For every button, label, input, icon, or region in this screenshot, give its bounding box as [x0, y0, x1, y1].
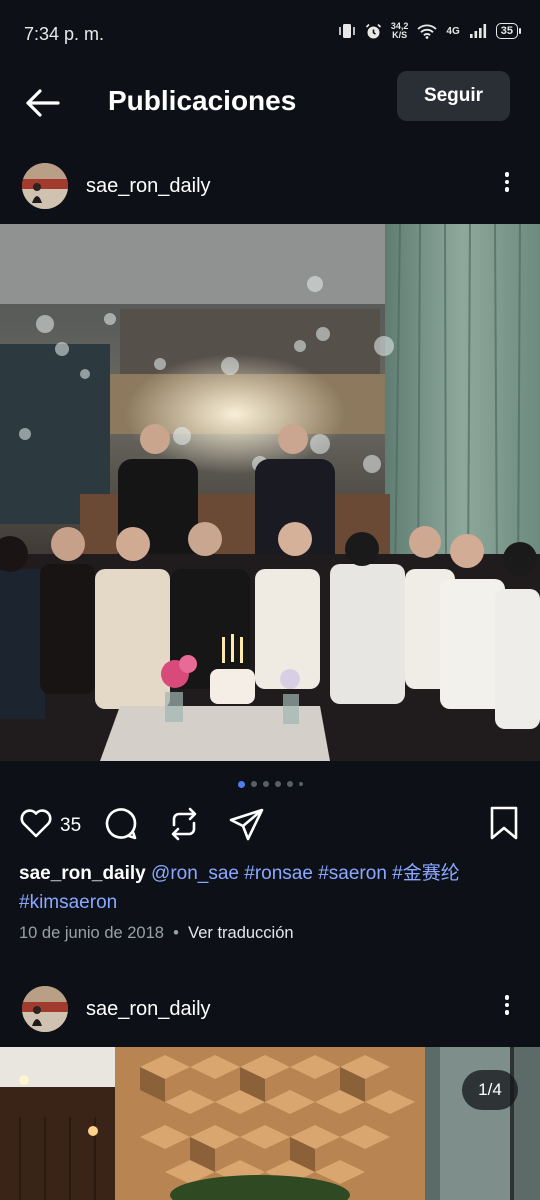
more-icon-dot — [504, 995, 510, 1000]
carousel-dot — [274, 781, 281, 787]
vibrate-icon — [339, 24, 355, 38]
more-options-button[interactable] — [496, 992, 518, 1024]
repost-icon — [171, 807, 197, 841]
mention-link[interactable]: @ron_sae — [151, 863, 239, 884]
hashtag-link[interactable]: #kimsaeron — [19, 892, 117, 913]
post-date: 10 de junio de 2018 — [19, 924, 164, 942]
alarm-icon — [365, 23, 381, 38]
battery-indicator: 35 — [495, 23, 522, 39]
carousel-dot — [250, 781, 257, 787]
avatar[interactable] — [22, 163, 68, 209]
status-time: 7:34 p. m. — [24, 24, 105, 44]
post-image[interactable] — [0, 1047, 540, 1200]
username[interactable]: sae_ron_daily — [86, 175, 211, 198]
more-icon-dot — [504, 1010, 510, 1015]
back-button[interactable] — [22, 86, 62, 120]
repost-button[interactable] — [166, 805, 202, 848]
more-icon-dot — [504, 1002, 510, 1007]
post-caption: sae_ron_daily @ron_sae #ronsae #saeron #… — [19, 859, 524, 917]
network-type: 4G — [446, 25, 460, 37]
more-icon-dot — [504, 172, 510, 177]
hashtag-link[interactable]: #金赛纶 — [392, 863, 460, 884]
comment-icon — [105, 808, 137, 840]
meta-separator: • — [173, 924, 179, 942]
signal-icon — [469, 24, 486, 38]
avatar[interactable] — [22, 986, 68, 1032]
like-button[interactable] — [18, 805, 54, 846]
wifi-icon — [417, 24, 438, 39]
post-image[interactable] — [0, 224, 540, 761]
avatar-image — [22, 986, 68, 1032]
page-title: Publicaciones — [108, 85, 297, 116]
post-header: sae_ron_daily — [0, 986, 540, 1050]
image-counter: 1/4 — [462, 1070, 518, 1110]
translate-link[interactable]: Ver traducción — [188, 924, 293, 942]
comment-button[interactable] — [102, 805, 140, 848]
interior-photo — [0, 1047, 540, 1200]
save-button[interactable] — [488, 805, 520, 846]
more-icon-dot — [504, 179, 510, 184]
post-meta: 10 de junio de 2018 • Ver traducción — [19, 924, 294, 943]
hashtag-link[interactable]: #saeron — [318, 863, 387, 884]
status-bar: 7:34 p. m. 34,2 K/S 4G 35 — [0, 0, 540, 66]
hashtag-link[interactable]: #ronsae — [244, 863, 313, 884]
avatar-image — [22, 163, 68, 209]
network-speed: 34,2 K/S — [391, 22, 409, 40]
heart-icon — [20, 809, 52, 838]
carousel-dot — [286, 781, 293, 787]
carousel-dot — [262, 781, 269, 787]
post-header: sae_ron_daily — [0, 163, 540, 227]
status-icons: 34,2 K/S 4G 35 — [338, 22, 522, 40]
more-icon-dot — [504, 187, 510, 192]
caption-username[interactable]: sae_ron_daily — [19, 863, 146, 884]
like-count: 35 — [60, 815, 82, 836]
carousel-indicator — [0, 779, 540, 789]
arrow-left-icon — [26, 89, 60, 117]
follow-button[interactable]: Seguir — [397, 71, 510, 121]
send-icon — [229, 808, 264, 841]
speed-unit: K/S — [392, 30, 408, 40]
more-options-button[interactable] — [496, 169, 518, 201]
username[interactable]: sae_ron_daily — [86, 998, 211, 1021]
share-button[interactable] — [228, 805, 266, 848]
carousel-dot-active — [237, 780, 245, 788]
post-actions: 35 — [0, 805, 540, 845]
bookmark-icon — [490, 806, 518, 840]
top-app-bar: Publicaciones Seguir — [0, 66, 540, 140]
party-photo — [0, 224, 540, 761]
carousel-dot — [298, 782, 303, 786]
